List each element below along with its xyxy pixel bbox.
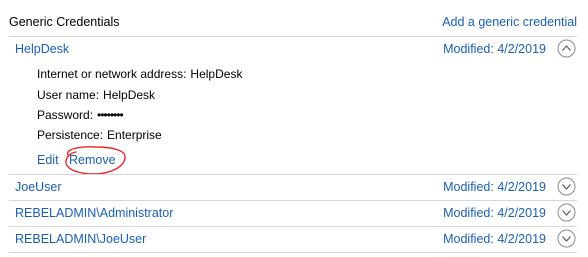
chevron-down-icon[interactable] (557, 229, 576, 248)
detail-password: Password: •••••••• (37, 108, 124, 122)
detail-username: User name: HelpDesk (37, 88, 156, 102)
detail-persistence: Persistence: Enterprise (37, 128, 162, 142)
chevron-up-icon[interactable] (557, 39, 576, 58)
detail-address: Internet or network address: HelpDesk (37, 67, 243, 81)
generic-credentials-header: Generic Credentials Add a generic creden… (0, 0, 588, 36)
credential-row-helpdesk[interactable]: HelpDesk Modified: 4/2/2019 (9, 37, 579, 62)
divider (9, 252, 577, 253)
credential-row-joeuser[interactable]: JoeUser Modified: 4/2/2019 (9, 175, 579, 200)
add-generic-credential-link[interactable]: Add a generic credential (442, 15, 577, 29)
credential-name: HelpDesk (15, 42, 70, 56)
remove-link[interactable]: Remove (69, 153, 116, 167)
modified-date: Modified: 4/2/2019 (443, 42, 546, 56)
section-title: Generic Credentials (9, 15, 120, 29)
credential-name: REBELADMIN\Administrator (15, 206, 174, 220)
chevron-down-icon[interactable] (557, 177, 576, 196)
modified-date: Modified: 4/2/2019 (443, 232, 546, 246)
edit-link[interactable]: Edit (37, 153, 59, 167)
credential-name: REBELADMIN\JoeUser (15, 232, 147, 246)
credential-row-rebeladmin-joeuser[interactable]: REBELADMIN\JoeUser Modified: 4/2/2019 (9, 227, 579, 252)
chevron-down-icon[interactable] (557, 203, 576, 222)
modified-date: Modified: 4/2/2019 (443, 206, 546, 220)
credential-row-rebeladmin-administrator[interactable]: REBELADMIN\Administrator Modified: 4/2/2… (9, 201, 579, 226)
credential-name: JoeUser (15, 180, 62, 194)
modified-date: Modified: 4/2/2019 (443, 180, 546, 194)
